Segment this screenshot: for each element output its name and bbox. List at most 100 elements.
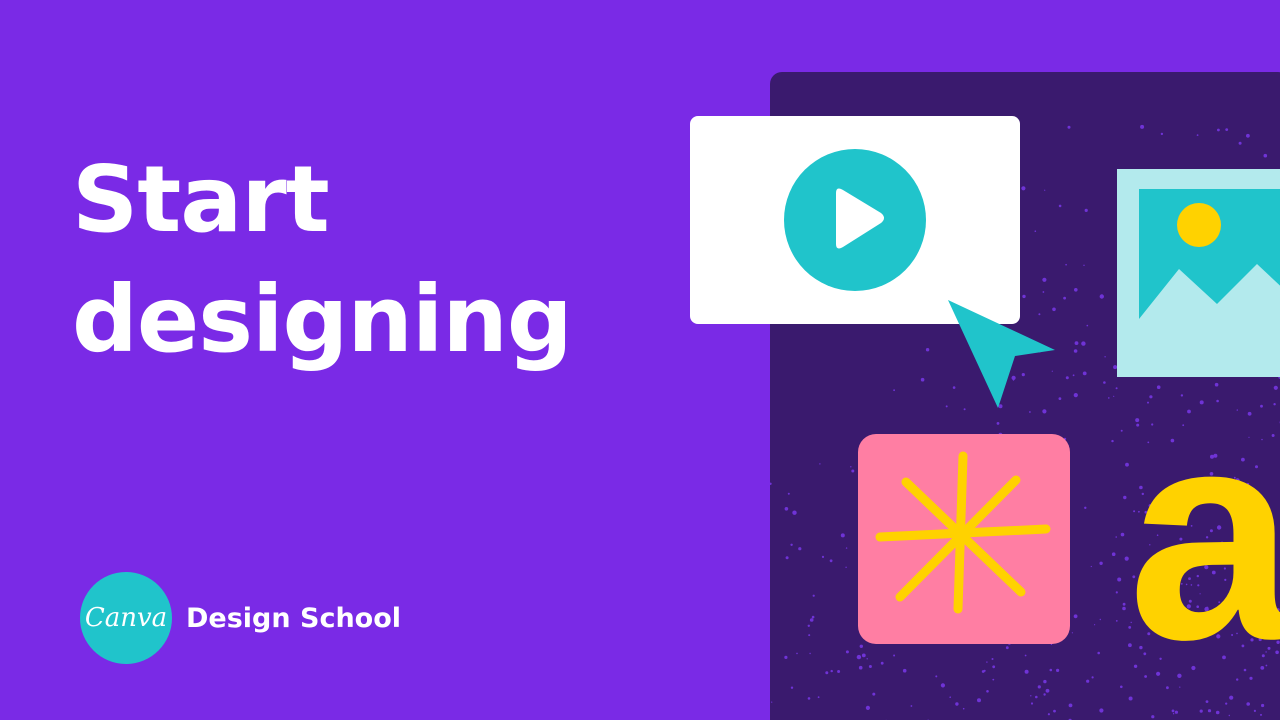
speckle-dot (1074, 288, 1078, 292)
speckle-dot (1108, 397, 1110, 399)
speckle-dot (992, 665, 996, 669)
speckle-dot (1030, 695, 1032, 697)
speckle-dot (1117, 577, 1122, 582)
speckle-dot (1073, 393, 1078, 398)
speckle-dot (1042, 277, 1047, 282)
speckle-dot (1090, 565, 1092, 568)
headline-line-2: designing (72, 266, 573, 373)
speckle-dot (850, 466, 852, 468)
speckle-dot (1103, 381, 1106, 384)
speckle-dot (893, 654, 896, 657)
cursor-icon (948, 300, 1055, 408)
speckle-dot (1097, 651, 1100, 655)
image-icon (1117, 169, 1280, 377)
speckle-dot (1115, 536, 1117, 538)
sparkle-icon (875, 451, 1051, 614)
speckle-dot (866, 658, 868, 660)
canva-logo: Canva (80, 572, 172, 664)
speckle-dot (858, 665, 863, 670)
speckle-dot (1065, 376, 1069, 380)
speckle-dot (1063, 296, 1066, 300)
speckle-dot (787, 492, 790, 495)
sparkle-card (858, 434, 1070, 644)
speckle-dot (817, 696, 820, 699)
speckle-dot (1044, 189, 1046, 191)
speckle-dot (1068, 703, 1073, 708)
speckle-dot (807, 697, 811, 700)
speckle-dot (812, 594, 815, 597)
speckle-dot (1045, 688, 1050, 693)
speckle-dot (1172, 713, 1175, 715)
speckle-dot (825, 671, 829, 675)
speckle-dot (796, 652, 798, 655)
speckle-dot (1005, 646, 1009, 650)
speckle-dot (859, 644, 863, 648)
speckle-dot (1217, 128, 1220, 132)
speckle-dot (983, 669, 986, 672)
speckle-dot (902, 668, 907, 673)
speckle-dot (1120, 685, 1123, 689)
speckle-dot (1084, 208, 1088, 212)
speckle-dot (949, 696, 951, 698)
speckle-dot (1261, 703, 1265, 708)
speckle-dot (1120, 429, 1123, 432)
speckle-dot (845, 566, 847, 568)
speckle-dot (771, 701, 773, 703)
speckle-dot (940, 683, 945, 688)
speckle-dot (1160, 132, 1164, 136)
speckle-dot (1122, 602, 1126, 606)
speckle-dot (1021, 186, 1026, 191)
speckle-dot (962, 707, 965, 710)
speckle-dot (1123, 495, 1127, 500)
speckle-dot (1099, 294, 1104, 299)
speckle-dot (1086, 679, 1090, 683)
speckle-dot (784, 507, 789, 511)
speckle-dot (809, 618, 814, 622)
speckle-dot (955, 702, 959, 706)
speckle-dot (1228, 714, 1230, 717)
speckle-dot (845, 547, 848, 549)
speckle-dot (1024, 654, 1027, 657)
speckle-dot (977, 698, 981, 703)
speckle-dot (1072, 374, 1075, 377)
speckle-dot (790, 543, 793, 546)
speckle-dot (1049, 668, 1053, 672)
speckle-dot (920, 377, 925, 382)
speckle-dot (785, 556, 789, 560)
speckle-dot (1065, 263, 1067, 266)
speckle-dot (808, 634, 811, 637)
brand-lockup: Canva Design School (80, 572, 401, 664)
speckle-dot (1073, 349, 1078, 353)
speckle-dot (1074, 341, 1079, 345)
brand-label: Design School (186, 602, 402, 634)
speckle-dot (1034, 230, 1037, 232)
speckle-dot (1215, 710, 1220, 715)
speckle-dot (1037, 685, 1041, 689)
speckle-dot (837, 670, 841, 673)
speckle-dot (829, 559, 833, 563)
speckle-dot (1091, 676, 1094, 679)
speckle-dot (1104, 356, 1106, 358)
play-icon (784, 149, 926, 291)
speckle-dot (811, 615, 815, 619)
speckle-dot (1115, 620, 1118, 622)
speckle-dot (1081, 341, 1086, 346)
speckle-dot (819, 463, 821, 465)
speckle-dot (1196, 134, 1199, 136)
speckle-dot (1207, 709, 1212, 713)
speckle-dot (1111, 439, 1114, 443)
speckle-dot (1199, 709, 1203, 713)
letter-a: a (1128, 366, 1280, 702)
speckle-dot (872, 692, 876, 696)
speckle-dot (809, 652, 811, 655)
speckle-dot (770, 482, 772, 485)
speckle-dot (1225, 128, 1229, 131)
speckle-dot (1099, 708, 1104, 713)
speckle-dot (910, 705, 913, 707)
speckle-dot (1174, 710, 1178, 714)
speckle-dot (996, 422, 1000, 425)
speckle-dot (935, 675, 938, 678)
speckle-dot (1099, 561, 1103, 565)
speckle-dot (1151, 715, 1155, 719)
speckle-dot (792, 510, 797, 515)
